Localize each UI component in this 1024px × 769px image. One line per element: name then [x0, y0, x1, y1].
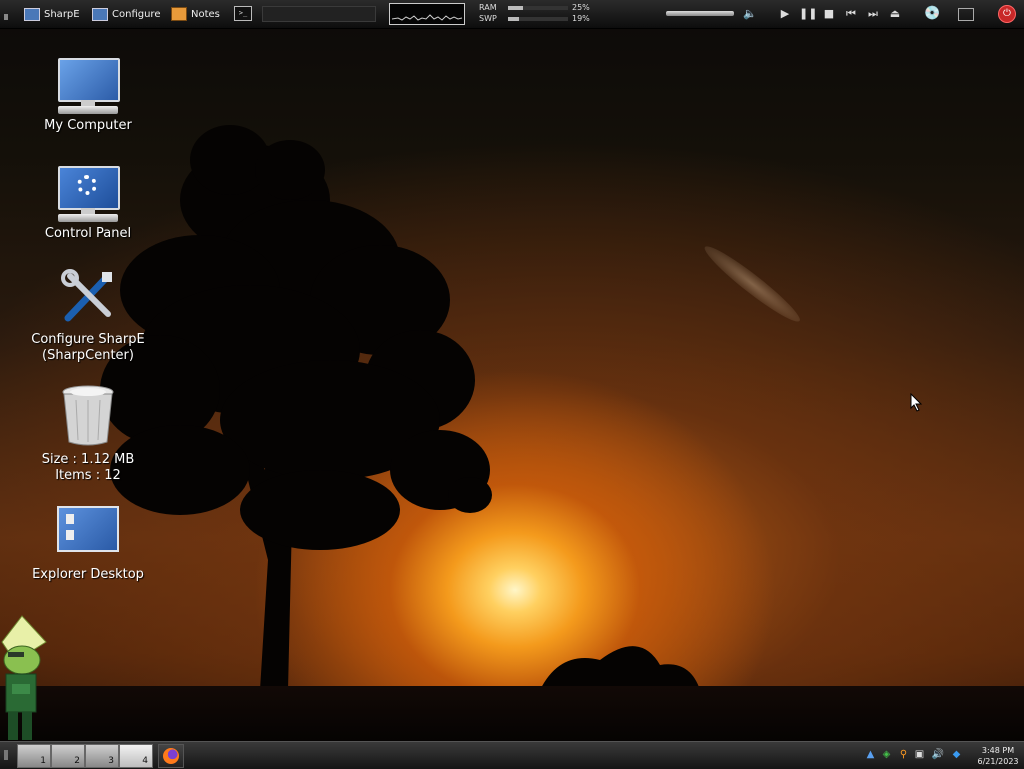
desktop-icon-recycle-bin[interactable]: Size : 1.12 MB Items : 12: [23, 384, 153, 484]
panel-grip: [4, 750, 8, 760]
clock-date: 6/21/2023: [977, 757, 1019, 766]
workspace-number: 3: [108, 756, 114, 766]
tree-silhouette: [0, 125, 1024, 740]
ram-bar-fill: [508, 6, 523, 10]
launcher-label: SharpE: [44, 8, 80, 20]
swp-bar: [508, 17, 568, 21]
keyboard-part: [58, 214, 118, 222]
desktop-icon-label: Configure SharpE: [31, 332, 145, 347]
notes-icon: [171, 7, 187, 21]
character-mascot-icon: [1, 615, 47, 740]
cpu-graph: [389, 3, 465, 25]
firefox-task-button[interactable]: [158, 744, 184, 768]
desktop-icon-my-computer[interactable]: My Computer: [23, 58, 153, 134]
prev-icon[interactable]: ⏮: [843, 6, 859, 22]
ram-bar: [508, 6, 568, 10]
desktop-icon-explorer-desktop[interactable]: Explorer Desktop: [23, 506, 153, 583]
panel-grip: [4, 14, 8, 20]
control-panel-icon: [57, 166, 120, 214]
power-icon[interactable]: ⏻: [998, 5, 1016, 23]
arrow-up-icon[interactable]: ▲: [864, 748, 877, 761]
launcher-notes[interactable]: Notes: [171, 5, 220, 23]
firefox-icon: [163, 748, 179, 764]
desktop-icon-configure-sharpe[interactable]: Configure SharpE (SharpCenter): [23, 268, 153, 364]
stop-icon[interactable]: ■: [821, 6, 837, 22]
recycle-bin-items: Items : 12: [55, 468, 121, 483]
launcher-configure[interactable]: Configure: [92, 5, 160, 23]
keyboard-part: [58, 106, 118, 114]
swp-bar-fill: [508, 17, 520, 21]
desktop-icon-label: Control Panel: [44, 226, 132, 241]
mouse-cursor-icon: [910, 393, 923, 412]
workspace-2[interactable]: 2: [51, 744, 85, 768]
disc-icon[interactable]: 💿: [924, 6, 940, 22]
volume-icon[interactable]: 🔈: [742, 6, 758, 22]
ram-percent: 25%: [572, 3, 590, 12]
launcher-sharpe[interactable]: SharpE: [24, 5, 80, 23]
desktop-icon-label: Explorer Desktop: [32, 567, 144, 582]
screen-icon[interactable]: [958, 8, 974, 21]
desktop-icon-control-panel[interactable]: Control Panel: [23, 166, 153, 242]
launcher-label: Configure: [112, 8, 161, 20]
bottom-panel: 1 2 3 4 ▲ ◈ ⚲ ▣ 🔊 ◆ 3:48 PM 6/21/2023: [0, 741, 1024, 769]
tools-icon: [61, 269, 112, 322]
next-icon[interactable]: ⏭: [865, 6, 881, 22]
ram-label: RAM: [479, 3, 497, 12]
app-icon[interactable]: ◆: [950, 748, 963, 761]
recycle-bin-size: Size : 1.12 MB: [41, 452, 135, 467]
terminal-icon[interactable]: >_: [234, 6, 252, 21]
explorer-desktop-icon: [57, 506, 119, 552]
workspace-1[interactable]: 1: [17, 744, 51, 768]
recycle-bin-icon: [62, 385, 114, 446]
clock[interactable]: 3:48 PM 6/21/2023: [973, 745, 1023, 767]
top-panel: SharpE Configure Notes >_ RAM 25% SWP 19…: [0, 0, 1024, 29]
swp-label: SWP: [479, 14, 497, 23]
workspace-number: 2: [74, 756, 80, 766]
workspace-3[interactable]: 3: [85, 744, 119, 768]
monitor-icon: [24, 7, 40, 21]
cpu-graph-line: [391, 14, 463, 21]
task-button-slot[interactable]: [262, 6, 376, 22]
clock-time: 3:48 PM: [981, 746, 1015, 755]
volume-slider[interactable]: [666, 11, 734, 16]
play-icon[interactable]: ▶: [777, 6, 793, 22]
workspace-4[interactable]: 4: [119, 744, 153, 768]
network-icon[interactable]: ◈: [880, 748, 893, 761]
computer-icon: [57, 58, 120, 106]
eject-icon[interactable]: ⏏: [887, 6, 903, 22]
pause-icon[interactable]: ❚❚: [799, 6, 817, 22]
speaker-icon[interactable]: 🔊: [929, 748, 947, 761]
monitor-icon: [92, 7, 108, 21]
workspace-number: 4: [142, 756, 148, 766]
launcher-label: Notes: [191, 8, 220, 20]
workspace-number: 1: [40, 756, 46, 766]
ground: [0, 686, 1024, 742]
desktop-icon-label-line2: (SharpCenter): [42, 348, 134, 363]
desktop-icon-label: My Computer: [44, 118, 132, 133]
search-icon[interactable]: ⚲: [897, 748, 910, 761]
display-icon[interactable]: ▣: [913, 748, 926, 761]
swp-percent: 19%: [572, 14, 590, 23]
